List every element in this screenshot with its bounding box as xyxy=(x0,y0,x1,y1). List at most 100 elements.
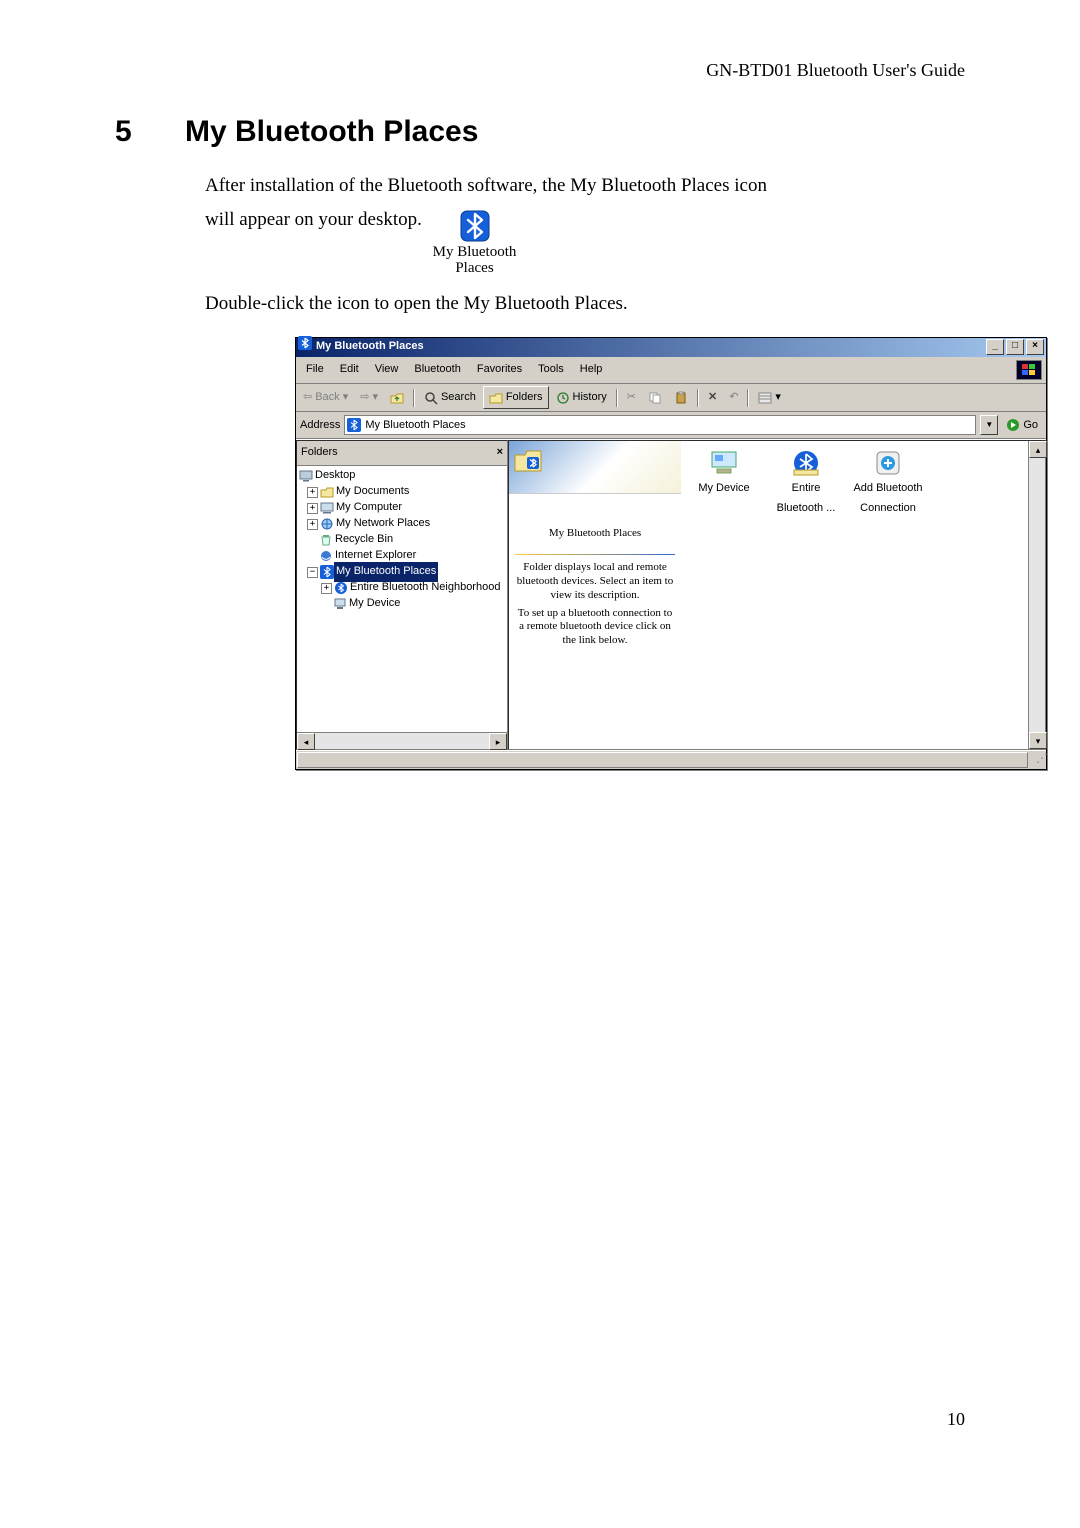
folder-tree[interactable]: Desktop + My Documents + My Computer xyxy=(297,466,507,732)
go-button[interactable]: Go xyxy=(1002,416,1042,436)
folder-icon xyxy=(320,485,334,499)
menu-tools[interactable]: Tools xyxy=(530,359,572,381)
scroll-down-button[interactable]: ▾ xyxy=(1029,732,1047,749)
desktop-icon xyxy=(299,469,313,483)
chapter-title-text: My Bluetooth Places xyxy=(185,115,478,148)
explorer-window: My Bluetooth Places _ □ × File Edit View… xyxy=(295,337,1047,771)
address-label: Address xyxy=(300,416,340,436)
address-field[interactable]: My Bluetooth Places xyxy=(344,415,976,435)
content-pane: My Bluetooth Places Folder displays loca… xyxy=(508,440,1046,750)
undo-button[interactable]: ↶ xyxy=(724,386,743,410)
computer-icon xyxy=(320,501,334,515)
menu-file[interactable]: File xyxy=(298,359,332,381)
standard-toolbar: ⇦ Back ▾ ⇨▾ Search Folders xyxy=(296,384,1046,413)
item-add-bluetooth-connection[interactable]: Add Bluetooth Connection xyxy=(851,447,925,519)
chapter-heading: 5My Bluetooth Places xyxy=(115,115,965,149)
menu-favorites[interactable]: Favorites xyxy=(469,359,530,381)
search-icon xyxy=(424,391,438,405)
folder-icon xyxy=(489,391,503,405)
folder-info-panel: My Bluetooth Places Folder displays loca… xyxy=(509,441,681,749)
up-button[interactable] xyxy=(385,389,409,407)
paste-button[interactable] xyxy=(669,389,693,407)
device-icon xyxy=(687,447,761,479)
desktop-icon-label-line-2: Places xyxy=(433,261,517,277)
scroll-left-button[interactable]: ◂ xyxy=(297,733,315,750)
maximize-button[interactable]: □ xyxy=(1006,339,1024,355)
tree-node-entire-bt-neighborhood[interactable]: + Entire Bluetooth Neighborhood xyxy=(299,580,507,596)
vertical-scrollbar[interactable]: ▴ ▾ xyxy=(1028,441,1045,749)
tree-node-networkplaces[interactable]: + My Network Places xyxy=(299,516,507,532)
folders-button[interactable]: Folders xyxy=(483,386,549,410)
add-connection-icon xyxy=(851,447,925,479)
back-button[interactable]: ⇦ Back ▾ xyxy=(298,386,353,410)
menu-help[interactable]: Help xyxy=(572,359,611,381)
scroll-up-button[interactable]: ▴ xyxy=(1029,441,1047,458)
bluetooth-network-icon xyxy=(334,581,348,595)
copy-button[interactable] xyxy=(643,389,667,407)
menu-view[interactable]: View xyxy=(367,359,407,381)
item-entire-bluetooth[interactable]: Entire Bluetooth ... xyxy=(769,447,843,519)
chapter-number: 5 xyxy=(115,115,185,149)
undo-icon: ↶ xyxy=(729,388,738,408)
window-title: My Bluetooth Places xyxy=(316,337,984,357)
bluetooth-icon xyxy=(320,565,334,579)
window-titlebar[interactable]: My Bluetooth Places _ □ × xyxy=(296,338,1046,357)
paragraph-1-line-2: will appear on your desktop. xyxy=(205,209,422,230)
views-button[interactable]: ▾ xyxy=(753,386,786,410)
item-my-device[interactable]: My Device xyxy=(687,447,761,499)
desktop-icon-label-line-1: My Bluetooth xyxy=(433,245,517,261)
go-icon xyxy=(1006,418,1020,432)
chevron-down-icon: ▾ xyxy=(343,388,349,408)
bluetooth-folder-icon xyxy=(513,445,543,475)
chevron-down-icon: ▾ xyxy=(372,388,378,408)
menu-edit[interactable]: Edit xyxy=(332,359,367,381)
horizontal-scrollbar[interactable]: ◂ ▸ xyxy=(297,732,507,749)
network-icon xyxy=(320,517,334,531)
minimize-button[interactable]: _ xyxy=(986,339,1004,355)
items-view[interactable]: My Device Entire Bluetooth ... xyxy=(681,441,1028,749)
bluetooth-icon xyxy=(433,209,517,243)
menu-bar: File Edit View Bluetooth Favorites Tools… xyxy=(296,357,1046,384)
address-bar: Address My Bluetooth Places ▼ Go xyxy=(296,412,1046,439)
paragraph-2: Double-click the icon to open the My Blu… xyxy=(205,287,965,321)
cut-button[interactable]: ✂ xyxy=(622,386,641,410)
bluetooth-network-icon xyxy=(769,447,843,479)
folders-pane-header: Folders × xyxy=(297,441,507,466)
menu-bluetooth[interactable]: Bluetooth xyxy=(406,359,468,381)
info-paragraph-1: Folder displays local and remote bluetoo… xyxy=(515,561,675,602)
status-bar: ⋰ xyxy=(296,750,1046,769)
info-title: My Bluetooth Places xyxy=(515,524,675,544)
scroll-right-button[interactable]: ▸ xyxy=(489,733,507,750)
search-button[interactable]: Search xyxy=(419,386,481,410)
running-header: GN-BTD01 Bluetooth User's Guide xyxy=(115,60,965,81)
windows-flag-icon xyxy=(1016,360,1042,380)
info-paragraph-2: To set up a bluetooth connection to a re… xyxy=(515,607,675,648)
copy-icon xyxy=(648,391,662,405)
bluetooth-icon xyxy=(347,418,361,432)
cut-icon: ✂ xyxy=(627,388,636,408)
chevron-down-icon: ▼ xyxy=(985,418,993,432)
resize-grip-icon[interactable]: ⋰ xyxy=(1029,751,1046,769)
history-button[interactable]: History xyxy=(551,386,612,410)
folders-pane: Folders × Desktop + My Documents xyxy=(296,440,508,750)
arrow-left-icon: ⇦ xyxy=(303,388,312,408)
delete-button[interactable]: ✕ xyxy=(703,386,722,410)
recycle-bin-icon xyxy=(319,533,333,547)
forward-button[interactable]: ⇨▾ xyxy=(355,386,383,410)
folders-pane-close-button[interactable]: × xyxy=(497,443,503,463)
close-button[interactable]: × xyxy=(1026,339,1044,355)
delete-icon: ✕ xyxy=(708,388,717,408)
arrow-right-icon: ⇨ xyxy=(360,388,369,408)
bluetooth-icon xyxy=(298,336,312,358)
page-number: 10 xyxy=(947,1409,965,1430)
folder-up-icon xyxy=(390,391,404,405)
paragraph-1-line-1: After installation of the Bluetooth soft… xyxy=(205,169,965,203)
tree-node-mydevice[interactable]: My Device xyxy=(299,596,507,612)
address-dropdown-button[interactable]: ▼ xyxy=(980,415,998,435)
device-icon xyxy=(333,597,347,611)
views-icon xyxy=(758,391,772,405)
chevron-down-icon: ▾ xyxy=(775,388,781,408)
internet-explorer-icon xyxy=(319,549,333,563)
history-icon xyxy=(556,391,570,405)
address-value: My Bluetooth Places xyxy=(365,416,465,436)
